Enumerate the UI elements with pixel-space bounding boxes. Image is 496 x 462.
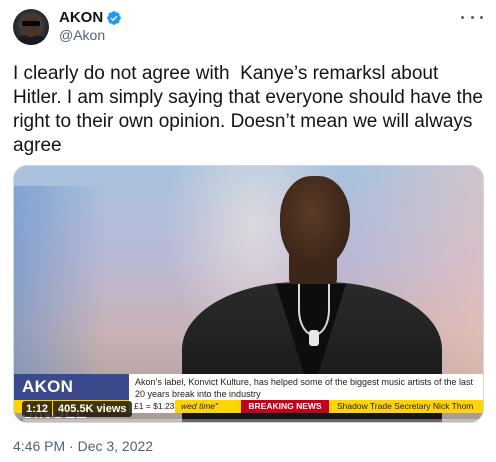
profile-avatar[interactable] (13, 9, 49, 45)
video-view-count: 405.5K views (53, 401, 132, 417)
breaking-news-label: BREAKING NEWS (241, 400, 329, 413)
tweet-text: I clearly do not agree with Kanye’s rema… (13, 63, 489, 156)
ticker-segment: wed time" (181, 401, 219, 411)
video-info-badge: 1:12 405.5K views (22, 401, 132, 417)
subject-necklace (298, 284, 330, 336)
ticker-segment: Shadow Trade Secretary Nick Thom (337, 401, 474, 411)
author-name-row: AKON (59, 8, 122, 27)
lower-third-title: AKON SINGLE (14, 374, 129, 422)
subject-pendant (309, 330, 319, 346)
more-dot (470, 15, 474, 19)
video-progress-fill (14, 419, 24, 422)
author-display-name[interactable]: AKON (59, 9, 103, 26)
more-horizontal-icon[interactable] (461, 10, 483, 24)
avatar-face (22, 15, 40, 37)
tweet-timestamp[interactable]: 4:46 PM · Dec 3, 2022 (13, 438, 153, 454)
more-dot (461, 15, 464, 19)
avatar-sunglasses (22, 21, 40, 26)
verified-badge-icon (107, 10, 122, 25)
studio-backdrop-left (14, 186, 104, 386)
video-player[interactable]: AKON SINGLE Akon’s label, Konvict Kultur… (13, 165, 484, 423)
video-progress-bar[interactable] (14, 419, 483, 422)
video-duration: 1:12 (22, 401, 53, 417)
author-handle[interactable]: @Akon (59, 27, 105, 43)
lower-third-description: Akon’s label, Konvict Kulture, has helpe… (129, 374, 483, 400)
ticker-currency: £1 = $1.23 (129, 400, 175, 413)
tweet: AKON @Akon I clearly do not agree with K… (0, 0, 496, 462)
more-dot (480, 15, 483, 19)
subject-head (280, 176, 350, 268)
